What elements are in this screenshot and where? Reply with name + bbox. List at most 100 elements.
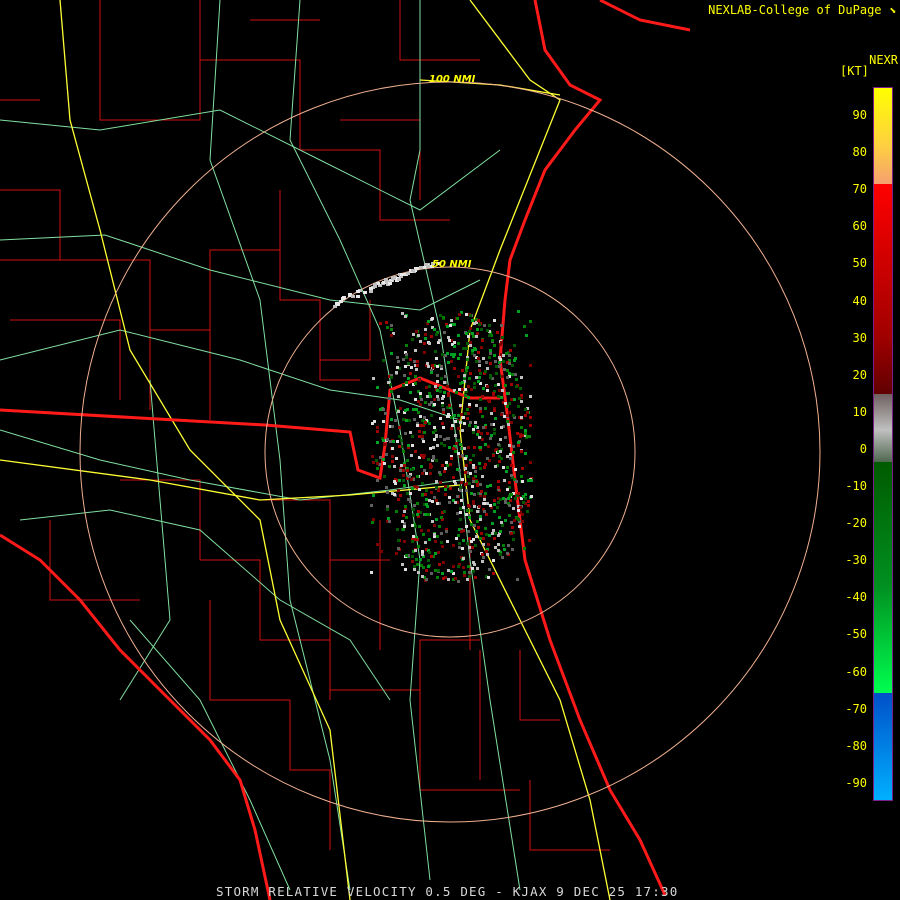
echo-pixel	[468, 516, 471, 519]
echo-pixel	[473, 505, 476, 508]
echo-pixel	[478, 462, 481, 465]
echo-pixel	[457, 334, 460, 337]
echo-pixel	[510, 521, 513, 524]
echo-pixel	[465, 513, 468, 516]
echo-pixel	[436, 389, 439, 392]
echo-pixel	[466, 509, 469, 512]
echo-pixel	[423, 351, 426, 354]
echo-pixel	[517, 405, 520, 408]
echo-pixel	[481, 415, 484, 418]
echo-pixel	[382, 359, 385, 362]
echo-pixel	[482, 357, 485, 360]
echo-pixel	[529, 395, 532, 398]
echo-pixel	[372, 494, 375, 497]
echo-pixel	[492, 392, 495, 395]
echo-pixel	[447, 392, 450, 395]
echo-pixel	[428, 538, 431, 541]
echo-pixel	[468, 482, 471, 485]
echo-pixel	[461, 454, 464, 457]
echo-pixel	[480, 432, 483, 435]
echo-pixel	[400, 273, 404, 276]
echo-pixel	[502, 544, 505, 547]
echo-pixel	[449, 324, 452, 327]
echo-pixel	[441, 422, 444, 425]
echo-pixel	[427, 529, 430, 532]
echo-pixel	[514, 468, 517, 471]
echo-pixel	[491, 532, 494, 535]
echo-pixel	[416, 424, 419, 427]
echo-pixel	[414, 549, 417, 552]
echo-pixel	[464, 412, 467, 415]
echo-pixel	[336, 303, 340, 306]
echo-pixel	[479, 446, 482, 449]
echo-pixel	[513, 398, 516, 401]
echo-pixel	[507, 544, 510, 547]
echo-pixel	[477, 351, 480, 354]
echo-pixel	[518, 525, 521, 528]
echo-pixel	[462, 566, 465, 569]
echo-pixel	[481, 395, 484, 398]
echo-pixel	[440, 377, 443, 380]
echo-pixel	[461, 478, 464, 481]
echo-pixel	[457, 452, 460, 455]
echo-pixel	[461, 429, 464, 432]
echo-pixel	[398, 426, 401, 429]
echo-pixel	[460, 530, 463, 533]
echo-pixel	[373, 420, 376, 423]
colorbar-tick: 10	[852, 404, 867, 419]
echo-pixel	[414, 450, 417, 453]
echo-pixel	[505, 470, 508, 473]
echo-pixel	[423, 342, 426, 345]
echo-pixel	[410, 366, 413, 369]
echo-pixel	[443, 510, 446, 513]
echo-pixel	[497, 501, 500, 504]
echo-pixel	[372, 461, 375, 464]
echo-pixel	[484, 370, 487, 373]
echo-pixel	[513, 519, 516, 522]
echo-pixel	[450, 457, 453, 460]
echo-pixel	[433, 426, 436, 429]
echo-pixel	[486, 385, 489, 388]
echo-pixel	[479, 483, 482, 486]
echo-pixel	[484, 443, 487, 446]
echo-pixel	[436, 365, 439, 368]
echo-pixel	[467, 504, 470, 507]
echo-pixel	[497, 383, 500, 386]
echo-pixel	[369, 287, 373, 290]
echo-pixel	[500, 426, 503, 429]
echo-pixel	[500, 324, 503, 327]
echo-pixel	[454, 577, 457, 580]
echo-pixel	[486, 367, 489, 370]
echo-pixel	[497, 549, 500, 552]
echo-pixel	[450, 353, 453, 356]
colorbar-tick: 60	[852, 219, 867, 234]
echo-pixel	[413, 565, 416, 568]
echo-pixel	[465, 525, 468, 528]
echo-pixel	[507, 423, 510, 426]
echo-pixel	[376, 441, 379, 444]
echo-pixel	[512, 445, 515, 448]
echo-pixel	[474, 544, 477, 547]
echo-pixel	[464, 471, 467, 474]
echo-pixel	[417, 411, 420, 414]
echo-pixel	[526, 510, 529, 513]
echo-pixel	[439, 417, 442, 420]
echo-pixel	[424, 493, 427, 496]
echo-pixel	[482, 426, 485, 429]
echo-pixel	[437, 569, 440, 572]
echo-pixel	[397, 547, 400, 550]
echo-pixel	[523, 325, 526, 328]
echo-pixel	[396, 440, 399, 443]
echo-pixel	[428, 499, 431, 502]
echo-pixel	[404, 365, 407, 368]
echo-pixel	[461, 547, 464, 550]
echo-pixel	[421, 553, 424, 556]
echo-pixel	[468, 403, 471, 406]
echo-pixel	[524, 408, 527, 411]
echo-pixel	[473, 382, 476, 385]
echo-pixel	[393, 493, 396, 496]
echo-pixel	[469, 314, 472, 317]
echo-pixel	[406, 492, 409, 495]
echo-pixel	[376, 543, 379, 546]
echo-pixel	[379, 408, 382, 411]
